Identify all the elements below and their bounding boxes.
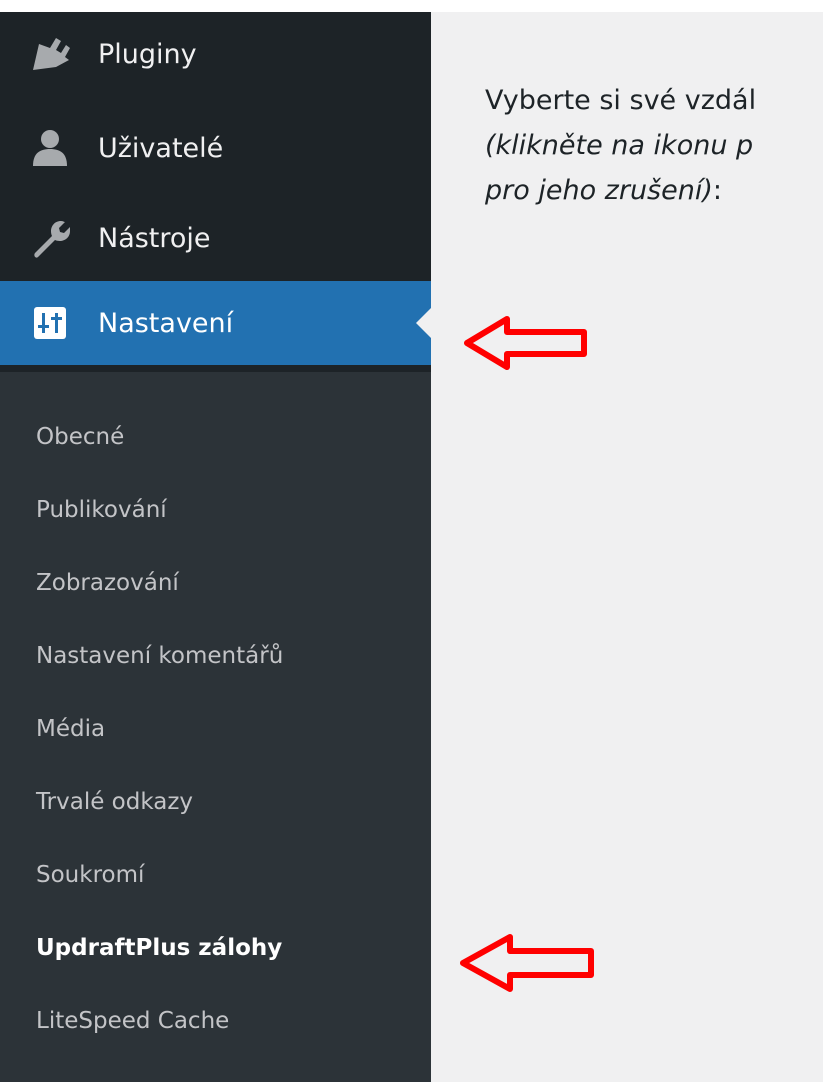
menu-item-uzivatele[interactable]: Uživatelé <box>0 106 431 190</box>
settings-submenu: Obecné Publikování Zobrazování Nastavení… <box>0 372 431 1082</box>
submenu-item-publikovani[interactable]: Publikování <box>36 497 167 523</box>
menu-item-label: Nastavení <box>98 307 234 339</box>
instruction-line-3-colon: : <box>712 175 722 206</box>
instruction-line-1: Vyberte si své vzdál <box>485 85 757 116</box>
submenu-item-soukromi[interactable]: Soukromí <box>36 862 144 888</box>
wrench-icon <box>30 218 70 258</box>
menu-item-label: Pluginy <box>98 38 197 70</box>
submenu-item-nastaveni-komentaru[interactable]: Nastavení komentářů <box>36 643 283 669</box>
plug-icon <box>30 34 70 74</box>
menu-item-pluginy[interactable]: Pluginy <box>0 12 431 96</box>
remote-storage-instructions: Vyberte si své vzdál (klikněte na ikonu … <box>485 78 756 213</box>
instruction-line-2: (klikněte na ikonu p <box>485 130 754 161</box>
main-content: Vyberte si své vzdál (klikněte na ikonu … <box>431 12 823 1082</box>
instruction-line-3: pro jeho zrušení): <box>485 168 756 213</box>
submenu-item-litespeed-cache[interactable]: LiteSpeed Cache <box>36 1008 229 1034</box>
active-indicator-notch <box>416 308 431 338</box>
settings-sliders-icon <box>30 303 70 343</box>
annotation-arrow-icon <box>460 934 594 992</box>
annotation-arrow-icon <box>464 316 587 370</box>
submenu-item-media[interactable]: Média <box>36 716 105 742</box>
menu-item-label: Uživatelé <box>98 132 224 164</box>
submenu-item-updraftplus-zalohy[interactable]: UpdraftPlus zálohy <box>36 935 282 961</box>
menu-item-label: Nástroje <box>98 222 211 254</box>
user-icon <box>30 128 70 168</box>
submenu-item-zobrazovani[interactable]: Zobrazování <box>36 570 179 596</box>
submenu-item-trvale-odkazy[interactable]: Trvalé odkazy <box>36 789 193 815</box>
menu-item-nastaveni[interactable]: Nastavení <box>0 281 431 365</box>
admin-sidebar: Pluginy Uživatelé Nástroje Nastavení Obe… <box>0 12 431 1082</box>
menu-item-nastroje[interactable]: Nástroje <box>0 196 431 280</box>
submenu-item-obecne[interactable]: Obecné <box>36 424 124 450</box>
instruction-line-3-italic: pro jeho zrušení) <box>485 175 713 206</box>
